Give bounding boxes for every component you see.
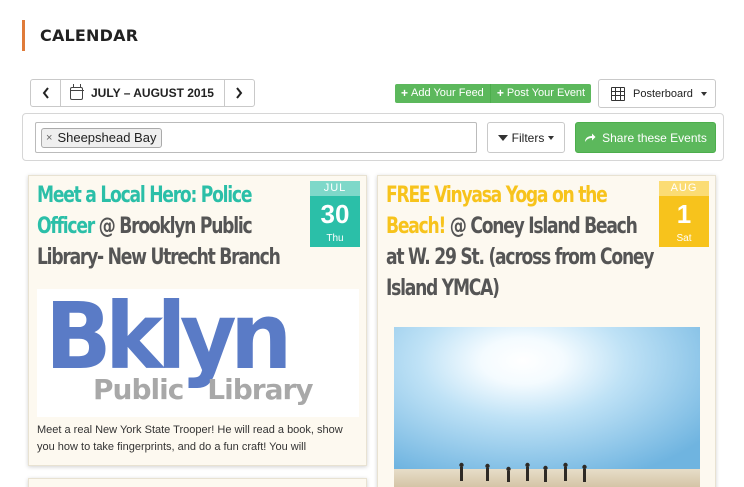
chevron-right-icon <box>236 87 243 99</box>
logo-sub-library: Library <box>207 373 313 406</box>
event-title[interactable]: Meet a Local Hero: Police Officer @ Broo… <box>37 180 302 273</box>
badge-weekday: Sat <box>659 233 709 247</box>
page-title: CALENDAR <box>40 26 139 45</box>
chevron-down-icon <box>700 91 707 96</box>
post-event-button[interactable]: + Post Your Event <box>490 84 592 103</box>
event-image[interactable] <box>394 327 700 487</box>
post-event-label: Post Your Event <box>506 87 586 99</box>
date-navigator: JULY – AUGUST 2015 <box>30 79 255 107</box>
remove-tag-icon[interactable]: × <box>46 129 52 147</box>
view-selector[interactable]: Posterboard <box>598 79 716 108</box>
filter-tag-label: Sheepshead Bay <box>57 130 157 145</box>
feed-actions: + Add Your Feed + Post Your Event <box>395 84 592 103</box>
funnel-icon <box>497 134 508 141</box>
event-card[interactable]: FREE Vinyasa Yoga on the Beach! @ Coney … <box>377 175 716 487</box>
search-input[interactable]: × Sheepshead Bay <box>35 122 477 153</box>
plus-icon: + <box>401 86 409 100</box>
logo-main-text: Bklyn <box>45 283 292 390</box>
add-feed-label: Add Your Feed <box>411 87 484 99</box>
filters-label: Filters <box>511 130 545 145</box>
badge-month: AUG <box>659 181 709 196</box>
event-card[interactable] <box>28 478 367 487</box>
calendar-icon <box>69 83 84 100</box>
event-image[interactable]: Bklyn Public Library <box>37 289 359 417</box>
date-range-picker[interactable]: JULY – AUGUST 2015 <box>61 80 224 106</box>
plus-icon: + <box>496 86 504 100</box>
chevron-down-icon <box>548 135 555 140</box>
date-badge: JUL 30 Thu <box>310 181 360 247</box>
add-feed-button[interactable]: + Add Your Feed <box>395 84 491 103</box>
share-events-button[interactable]: Share these Events <box>575 122 716 153</box>
filters-button[interactable]: Filters <box>487 122 565 153</box>
share-arrow-icon <box>585 133 596 142</box>
prev-month-button[interactable] <box>31 80 61 106</box>
logo-sub-text: Public Library <box>93 373 314 406</box>
event-title[interactable]: FREE Vinyasa Yoga on the Beach! @ Coney … <box>386 180 654 304</box>
chevron-left-icon <box>42 87 49 99</box>
badge-day: 30 <box>310 196 360 233</box>
beach-photo <box>394 327 700 487</box>
date-range-label: JULY – AUGUST 2015 <box>91 86 214 100</box>
event-card[interactable]: Meet a Local Hero: Police Officer @ Broo… <box>28 175 367 466</box>
badge-day: 1 <box>659 196 709 233</box>
page-heading: CALENDAR <box>22 20 138 51</box>
share-label: Share these Events <box>602 130 707 145</box>
view-label: Posterboard <box>633 87 693 100</box>
logo-sub-public: Public <box>93 373 184 406</box>
filter-tag: × Sheepshead Bay <box>41 128 163 148</box>
next-month-button[interactable] <box>223 80 254 106</box>
filter-bar: × Sheepshead Bay Filters Share these Eve… <box>22 113 724 161</box>
event-description: Meet a real New York State Trooper! He w… <box>37 424 343 453</box>
date-badge: AUG 1 Sat <box>659 181 709 247</box>
grid-icon <box>611 86 625 101</box>
badge-month: JUL <box>310 181 360 196</box>
badge-weekday: Thu <box>310 233 360 247</box>
